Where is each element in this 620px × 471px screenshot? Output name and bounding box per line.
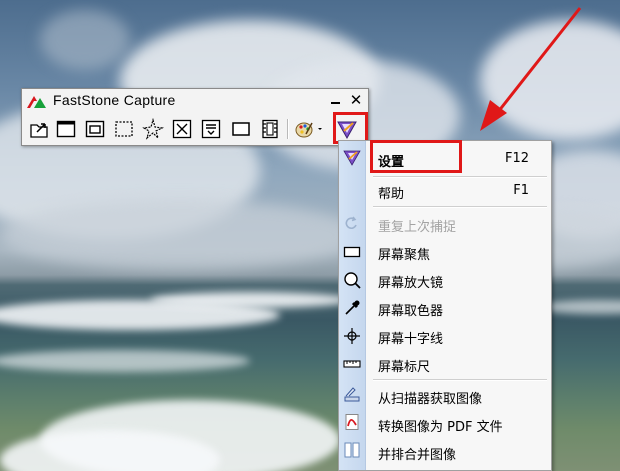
annotation-arrow [480,7,582,131]
